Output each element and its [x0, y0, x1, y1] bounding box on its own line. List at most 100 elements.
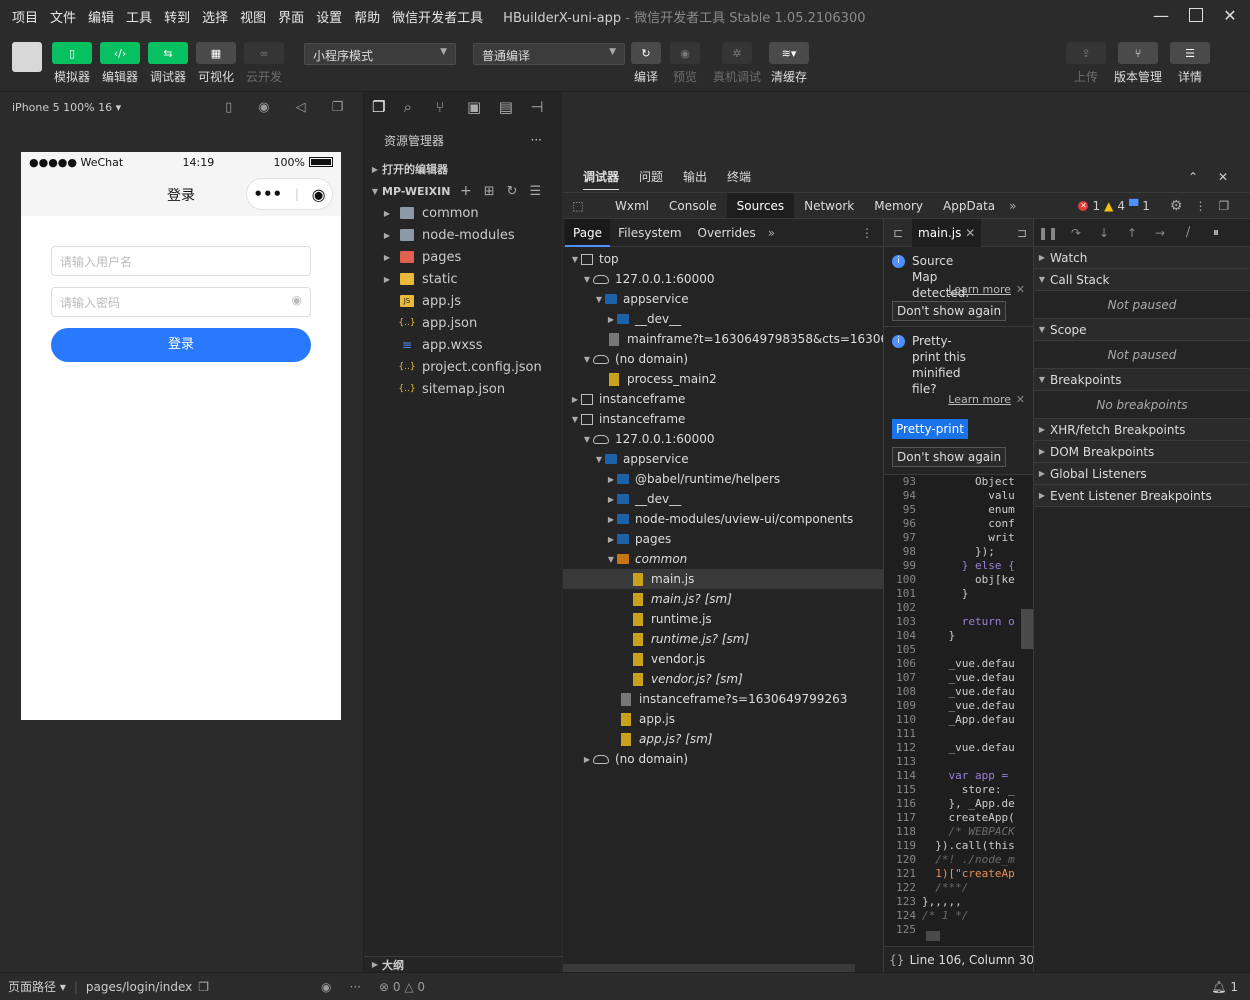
line-number[interactable]: 121: [884, 867, 922, 881]
more-icon[interactable]: •••: [253, 185, 282, 203]
debugger-section-header[interactable]: ▶ Event Listener Breakpoints: [1034, 485, 1250, 507]
source-tree-item[interactable]: vendor.js: [563, 649, 883, 669]
collapse-panel-icon[interactable]: ⊣: [530, 98, 562, 116]
search-icon[interactable]: ⌕: [404, 98, 436, 116]
explorer-item[interactable]: ▶ pages: [364, 246, 562, 268]
kebab-icon[interactable]: ⋮: [1194, 199, 1206, 213]
line-number[interactable]: 113: [884, 755, 922, 769]
debugger-section-header[interactable]: ▼ Call Stack: [1034, 269, 1250, 291]
explorer-item[interactable]: ▶ common: [364, 202, 562, 224]
explorer-item[interactable]: {..} project.config.json: [364, 356, 562, 378]
phone-icon[interactable]: ▯: [225, 100, 232, 115]
toggle-debugger-icon[interactable]: ⊐: [1017, 226, 1027, 240]
tab-network[interactable]: Network: [794, 193, 864, 219]
menu-item[interactable]: 界面: [272, 7, 310, 26]
explorer-item[interactable]: ▶ node-modules: [364, 224, 562, 246]
debugger-section-header[interactable]: ▶ XHR/fetch Breakpoints: [1034, 419, 1250, 441]
tab-debugger[interactable]: 调试器: [573, 164, 629, 190]
line-number[interactable]: 108: [884, 685, 922, 699]
line-number[interactable]: 115: [884, 783, 922, 797]
pause-icon[interactable]: ❚❚: [1034, 226, 1062, 240]
source-tree-item[interactable]: instanceframe?s=1630649799263: [563, 689, 883, 709]
menu-item[interactable]: 帮助: [348, 7, 386, 26]
line-number[interactable]: 96: [884, 517, 922, 531]
source-tree-item[interactable]: main.js: [563, 569, 883, 589]
close-icon[interactable]: ✕: [965, 226, 975, 240]
debugger-section-header[interactable]: ▼ Scope: [1034, 319, 1250, 341]
source-tree-item[interactable]: mainframe?t=1630649798358&cts=16306497: [563, 329, 883, 349]
line-number[interactable]: 118: [884, 825, 922, 839]
line-number[interactable]: 97: [884, 531, 922, 545]
capsule-menu[interactable]: ••• | ◉: [246, 178, 333, 210]
toggle-navigator-icon[interactable]: ⊏: [884, 226, 912, 240]
learn-more-link[interactable]: Learn more: [948, 283, 1011, 296]
line-number[interactable]: 122: [884, 881, 922, 895]
source-tree-item[interactable]: ▶ node-modules/uview-ui/components: [563, 509, 883, 529]
clear-cache-button[interactable]: ≋▾ 清缓存: [769, 42, 809, 85]
window-icon[interactable]: ❐: [332, 100, 344, 115]
source-tree-item[interactable]: ▼ instanceframe: [563, 409, 883, 429]
inspect-icon[interactable]: ⬚: [563, 199, 593, 213]
visual-button[interactable]: ▦ 可视化: [196, 42, 236, 85]
line-number[interactable]: 120: [884, 853, 922, 867]
avatar[interactable]: [12, 42, 42, 72]
menu-item[interactable]: 设置: [310, 7, 348, 26]
dont-show-again-button[interactable]: Don't show again: [892, 301, 1007, 321]
line-number[interactable]: 93: [884, 475, 922, 489]
tab-problems[interactable]: 问题: [629, 164, 673, 190]
pretty-print-button[interactable]: Pretty-print: [892, 419, 968, 439]
line-number[interactable]: 116: [884, 797, 922, 811]
tab-overrides[interactable]: Overrides: [690, 219, 764, 247]
source-tree-item[interactable]: ▼ 127.0.0.1:60000: [563, 269, 883, 289]
tab-page[interactable]: Page: [565, 218, 611, 247]
learn-more-link[interactable]: Learn more: [948, 393, 1011, 406]
save-icon[interactable]: ▤: [499, 98, 531, 116]
line-number[interactable]: 107: [884, 671, 922, 685]
line-number[interactable]: 99: [884, 559, 922, 573]
horizontal-scrollbar[interactable]: [563, 964, 855, 972]
line-number[interactable]: 114: [884, 769, 922, 783]
tab-appdata[interactable]: AppData: [933, 193, 1005, 219]
git-icon[interactable]: ⑂: [435, 98, 467, 116]
tab-terminal[interactable]: 终端: [717, 164, 761, 190]
source-tree-item[interactable]: ▼ appservice: [563, 449, 883, 469]
collapse-icon[interactable]: ☰: [530, 184, 542, 199]
menu-item[interactable]: 编辑: [82, 7, 120, 26]
source-tree-item[interactable]: ▼ common: [563, 549, 883, 569]
close-icon[interactable]: ✕: [1016, 283, 1025, 296]
code-view[interactable]: 93 Object 94 valu 95 enum 96 conf 97 writ 98 …: [884, 475, 1033, 945]
line-number[interactable]: 112: [884, 741, 922, 755]
explorer-item[interactable]: ▶ static: [364, 268, 562, 290]
explorer-item[interactable]: ≡ app.wxss: [364, 334, 562, 356]
line-number[interactable]: 98: [884, 545, 922, 559]
menu-item[interactable]: 工具: [120, 7, 158, 26]
preview-button[interactable]: ◉ 预览: [665, 42, 705, 85]
menu-item[interactable]: 选择: [196, 7, 234, 26]
new-folder-icon[interactable]: ⊞: [484, 184, 495, 199]
debugger-section-header[interactable]: ▼ Breakpoints: [1034, 369, 1250, 391]
menu-item[interactable]: 项目: [0, 7, 44, 26]
step-icon[interactable]: →: [1146, 226, 1174, 240]
explorer-item[interactable]: JS app.js: [364, 290, 562, 312]
line-number[interactable]: 101: [884, 587, 922, 601]
source-tree-item[interactable]: ▶ instanceframe: [563, 389, 883, 409]
password-input[interactable]: 请输入密码 ◉: [51, 287, 311, 317]
pause-exceptions-icon[interactable]: ⏸: [1202, 225, 1230, 240]
line-number[interactable]: 100: [884, 573, 922, 587]
tab-filesystem[interactable]: Filesystem: [610, 219, 689, 247]
step-out-icon[interactable]: ↑: [1118, 226, 1146, 240]
refresh-icon[interactable]: ↻: [507, 184, 518, 199]
editor-button[interactable]: ‹/› 编辑器: [100, 42, 140, 85]
cloud-dev-button[interactable]: ∞ 云开发: [244, 42, 284, 85]
line-number[interactable]: 110: [884, 713, 922, 727]
notifications[interactable]: 🔔︎ 1: [1211, 980, 1238, 994]
menu-item[interactable]: 转到: [158, 7, 196, 26]
more-tabs-icon[interactable]: »: [1009, 199, 1016, 213]
kebab-icon[interactable]: ⋮: [861, 226, 873, 240]
source-tree-item[interactable]: app.js? [sm]: [563, 729, 883, 749]
line-number[interactable]: 124: [884, 909, 922, 923]
dont-show-again-button[interactable]: Don't show again: [892, 447, 1007, 467]
line-number[interactable]: 102: [884, 601, 922, 615]
problem-counters[interactable]: ⊗ 0 △ 0: [379, 980, 425, 994]
close-icon[interactable]: ✕: [1016, 393, 1025, 406]
